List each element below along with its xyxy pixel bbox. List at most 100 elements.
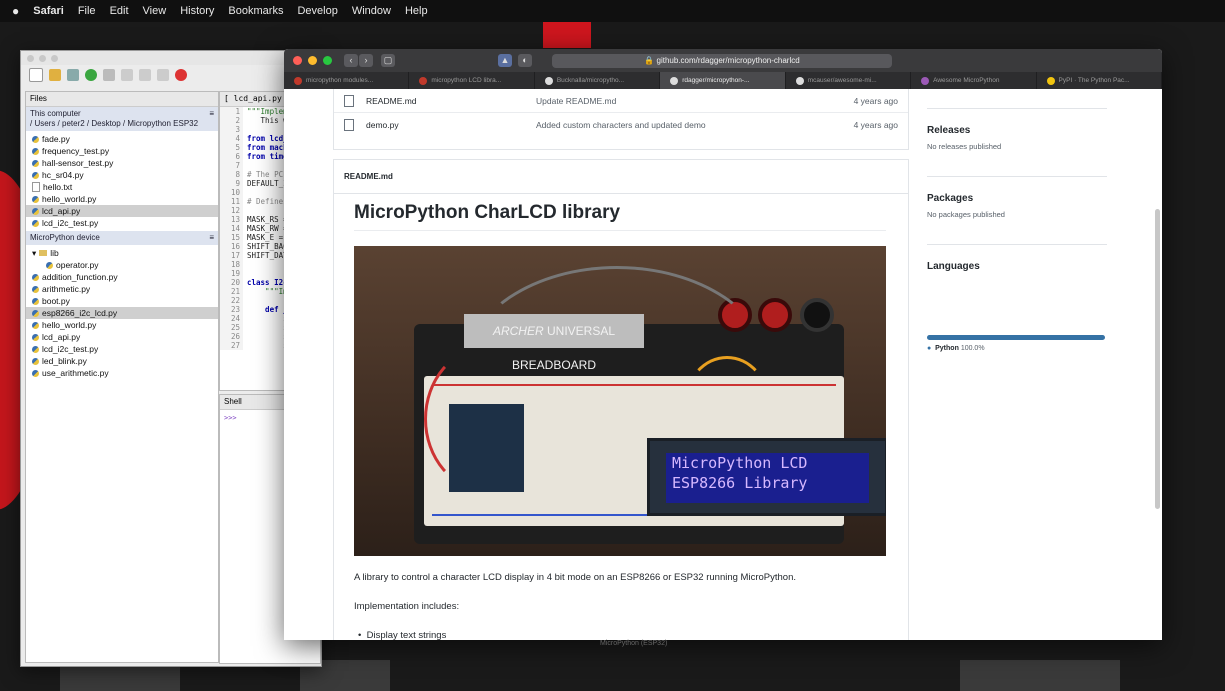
debug-icon[interactable]: [103, 69, 115, 81]
file-item[interactable]: hello.txt: [32, 181, 218, 193]
file-name-link[interactable]: demo.py: [366, 120, 536, 130]
menu-item-edit[interactable]: Edit: [110, 5, 129, 17]
run-icon[interactable]: [85, 69, 97, 81]
code-line[interactable]: [247, 161, 288, 170]
back-icon[interactable]: ‹: [344, 54, 358, 67]
code-line[interactable]: from mach: [247, 143, 288, 152]
file-item[interactable]: hello_world.py: [32, 193, 218, 205]
menu-item-file[interactable]: File: [78, 5, 96, 17]
minimize-icon[interactable]: [39, 54, 46, 62]
panel-menu-icon[interactable]: ≡: [209, 233, 214, 243]
table-row[interactable]: README.md Update README.md 4 years ago: [334, 89, 908, 112]
menu-item-window[interactable]: Window: [352, 5, 391, 17]
file-item[interactable]: fade.py: [32, 133, 218, 145]
menu-item-bookmarks[interactable]: Bookmarks: [228, 5, 283, 17]
files-tab[interactable]: Files: [26, 92, 218, 107]
menu-item-view[interactable]: View: [143, 5, 167, 17]
file-item[interactable]: hc_sr04.py: [32, 169, 218, 181]
file-item-selected[interactable]: esp8266_i2c_lcd.py: [26, 307, 218, 319]
file-item[interactable]: boot.py: [32, 295, 218, 307]
code-line[interactable]: s: [247, 341, 288, 350]
file-item[interactable]: lcd_i2c_test.py: [32, 217, 218, 229]
file-item[interactable]: lcd_i2c_test.py: [32, 343, 218, 355]
code-line[interactable]: [247, 269, 288, 278]
step-into-icon[interactable]: [139, 69, 151, 81]
browser-tab[interactable]: mcauser/awesome-mi...: [786, 72, 912, 89]
code-line[interactable]: [247, 188, 288, 197]
file-name-link[interactable]: README.md: [366, 96, 536, 106]
code-line[interactable]: MASK_RW =: [247, 224, 288, 233]
code-line[interactable]: [247, 125, 288, 134]
browser-tab[interactable]: micropython modules...: [284, 72, 410, 89]
code-line[interactable]: from lcd_: [247, 134, 288, 143]
save-icon[interactable]: [67, 69, 79, 81]
packages-link[interactable]: Packages: [927, 193, 1005, 204]
code-line[interactable]: SHIFT_BAC: [247, 242, 288, 251]
sidebar-icon[interactable]: ▢: [381, 54, 395, 67]
apple-menu-icon[interactable]: ●: [12, 4, 19, 18]
browser-tab[interactable]: Awesome MicroPython: [911, 72, 1037, 89]
zoom-icon[interactable]: [51, 54, 58, 62]
code-line[interactable]: s: [247, 314, 288, 323]
language-entry[interactable]: ● Python 100.0%: [927, 345, 985, 352]
file-item[interactable]: use_arithmetic.py: [32, 367, 218, 379]
close-icon[interactable]: [293, 56, 302, 65]
code-line[interactable]: def _: [247, 305, 288, 314]
menu-item-history[interactable]: History: [180, 5, 214, 17]
forward-icon[interactable]: ›: [359, 54, 373, 67]
table-row[interactable]: demo.py Added custom characters and upda…: [334, 112, 908, 136]
code-line[interactable]: # The PCF: [247, 170, 288, 179]
commit-message-link[interactable]: Added custom characters and updated demo: [536, 120, 828, 130]
open-folder-icon[interactable]: [49, 69, 61, 81]
code-line[interactable]: SHIFT_DAT: [247, 251, 288, 260]
step-out-icon[interactable]: [157, 69, 169, 81]
folder-item-lib[interactable]: ▾ lib: [32, 247, 218, 259]
menu-app-name[interactable]: Safari: [33, 5, 64, 17]
code-line[interactable]: This w: [247, 116, 288, 125]
new-file-icon[interactable]: [29, 68, 43, 82]
stop-icon[interactable]: [175, 69, 187, 81]
file-item[interactable]: arithmetic.py: [32, 283, 218, 295]
vertical-scrollbar[interactable]: [1155, 209, 1160, 509]
file-item[interactable]: lcd_api.py: [32, 331, 218, 343]
menu-item-develop[interactable]: Develop: [297, 5, 337, 17]
extension-icon[interactable]: ▲: [498, 54, 512, 67]
panel-menu-icon[interactable]: ≡: [209, 109, 214, 129]
file-item[interactable]: frequency_test.py: [32, 145, 218, 157]
zoom-icon[interactable]: [323, 56, 332, 65]
code-line[interactable]: [247, 296, 288, 305]
code-line[interactable]: # Defines: [247, 197, 288, 206]
code-line[interactable]: """Im: [247, 287, 288, 296]
minimize-icon[interactable]: [308, 56, 317, 65]
step-over-icon[interactable]: [121, 69, 133, 81]
browser-tab-active[interactable]: rdagger/micropython-...: [660, 72, 786, 89]
file-item[interactable]: hall-sensor_test.py: [32, 157, 218, 169]
code-line[interactable]: s: [247, 332, 288, 341]
code-line[interactable]: DEFAULT_I: [247, 179, 288, 188]
browser-tab[interactable]: PyPI · The Python Pac...: [1037, 72, 1162, 89]
browser-tab[interactable]: micropython LCD libra...: [409, 72, 535, 89]
code-line[interactable]: s: [247, 323, 288, 332]
privacy-icon[interactable]: ◐: [518, 54, 532, 67]
code-line[interactable]: from time: [247, 152, 288, 161]
code-line[interactable]: MASK_RS =: [247, 215, 288, 224]
code-line[interactable]: """Implem: [247, 107, 288, 116]
file-item[interactable]: operator.py: [32, 259, 218, 271]
browser-tab[interactable]: Bucknalla/micropytho...: [535, 72, 661, 89]
close-icon[interactable]: [27, 54, 34, 62]
menu-item-help[interactable]: Help: [405, 5, 428, 17]
file-item[interactable]: led_blink.py: [32, 355, 218, 367]
code-line[interactable]: MASK_E =: [247, 233, 288, 242]
address-bar[interactable]: 🔒 github.com/rdagger/micropython-charlcd: [552, 54, 892, 68]
code-lines[interactable]: """Implem This w from lcd_ from mach from …: [243, 107, 288, 350]
file-item[interactable]: hello_world.py: [32, 319, 218, 331]
file-item-selected[interactable]: lcd_api.py: [26, 205, 218, 217]
code-line[interactable]: [247, 260, 288, 269]
file-item[interactable]: addition_function.py: [32, 271, 218, 283]
computer-path[interactable]: / Users / peter2 / Desktop / Micropython…: [30, 119, 198, 128]
code-line[interactable]: class I2c: [247, 278, 288, 287]
chevron-down-icon[interactable]: ▾: [32, 247, 36, 259]
releases-link[interactable]: Releases: [927, 125, 1001, 136]
commit-message-link[interactable]: Update README.md: [536, 96, 828, 106]
code-line[interactable]: [247, 206, 288, 215]
